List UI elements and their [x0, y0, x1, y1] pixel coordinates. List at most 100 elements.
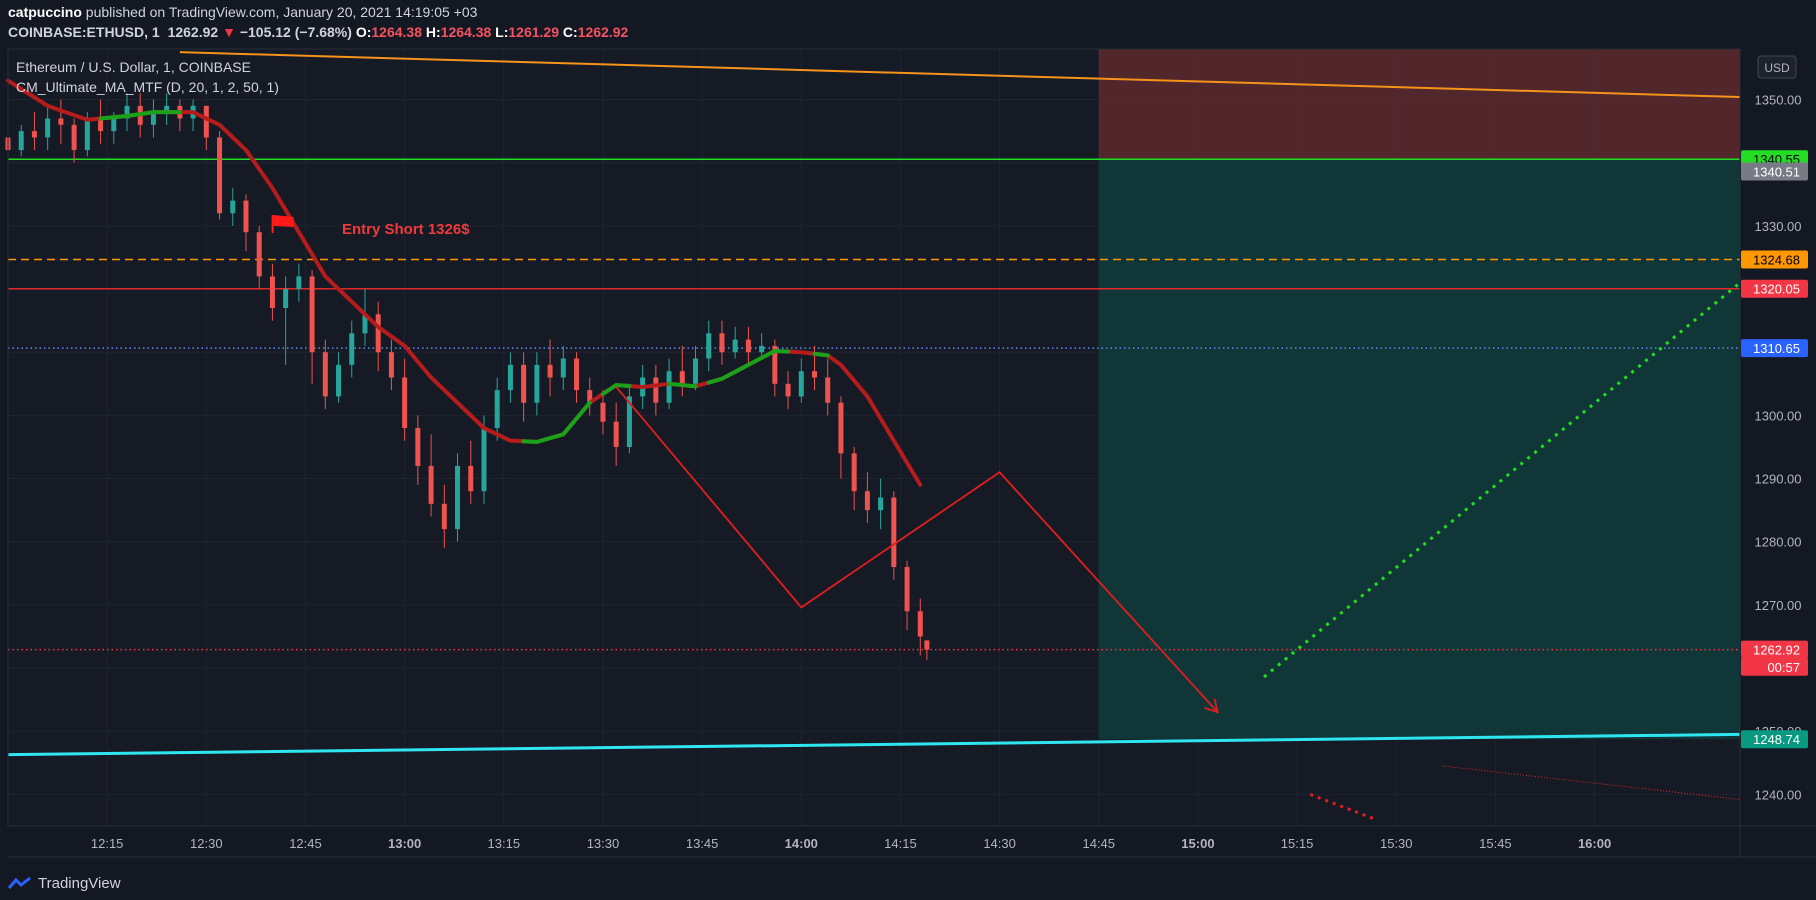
candle-body	[798, 371, 804, 397]
candle-body	[732, 339, 738, 353]
candle-body	[547, 364, 553, 378]
candle-body	[653, 377, 659, 403]
footer-branding[interactable]: TradingView	[8, 875, 121, 892]
position-zones	[1098, 49, 1740, 740]
x-tick-label: 12:15	[91, 836, 124, 851]
candle-body	[58, 118, 64, 125]
candle-body	[825, 377, 831, 403]
x-tick-label: 15:45	[1479, 836, 1512, 851]
price-badge-label: 1320.05	[1753, 282, 1800, 297]
candle-body	[31, 131, 37, 138]
candle-body	[269, 276, 275, 308]
candle-body	[309, 276, 315, 353]
target-zone	[1098, 159, 1740, 740]
x-tick-label: 15:00	[1181, 836, 1214, 851]
candle-body	[71, 124, 77, 151]
candle-body	[745, 339, 751, 353]
y-tick-label: 1240.00	[1755, 787, 1802, 802]
candle-body	[455, 465, 461, 530]
y-tick-label: 1330.00	[1755, 219, 1802, 234]
candle-body	[468, 465, 474, 492]
price-scale[interactable]: 1240.001250.001260.001270.001280.001290.…	[1755, 93, 1802, 803]
candle-body	[203, 105, 209, 138]
candle-body	[84, 118, 90, 151]
candle-body	[375, 314, 381, 353]
x-tick-label: 12:45	[289, 836, 322, 851]
x-tick-label: 15:30	[1380, 836, 1413, 851]
candle-body	[679, 371, 685, 384]
x-tick-label: 14:30	[983, 836, 1016, 851]
candle-body	[891, 497, 897, 567]
price-badge-label: 1248.74	[1753, 732, 1800, 747]
y-tick-label: 1270.00	[1755, 598, 1802, 613]
candle-body	[851, 453, 857, 492]
ma-rising-segment	[667, 381, 698, 389]
price-badge-label: 1310.65	[1753, 341, 1800, 356]
currency-label: USD	[1764, 61, 1790, 75]
currency-button[interactable]: USD	[1757, 55, 1797, 79]
indicator-legend[interactable]: CM_Ultimate_MA_MTF (D, 20, 1, 2, 50, 1)	[16, 79, 279, 95]
footer-brand: TradingView	[38, 875, 121, 892]
x-tick-label: 14:15	[884, 836, 917, 851]
x-tick-label: 13:15	[488, 836, 521, 851]
flag-body	[273, 215, 294, 228]
candle-body	[719, 333, 725, 353]
y-tick-label: 1280.00	[1755, 535, 1802, 550]
candle-body	[415, 428, 421, 466]
candle-body	[613, 421, 619, 447]
y-tick-label: 1290.00	[1755, 472, 1802, 487]
candle-body	[917, 611, 923, 637]
candle-body	[878, 497, 884, 511]
candle-body	[521, 364, 527, 403]
candle-body	[18, 131, 24, 151]
candle-body	[864, 491, 870, 511]
price-badge-label: 00:57	[1767, 660, 1800, 675]
price-chart[interactable]: Entry Short 1326$ 1240.001250.001260.001…	[0, 0, 1816, 900]
candle-body	[243, 200, 249, 233]
time-scale[interactable]: 12:15 12:30 12:45 13:00 13:15 13:30 13:45 14:00…	[91, 836, 1611, 851]
y-tick-label: 1300.00	[1755, 408, 1802, 423]
candle-body	[812, 371, 818, 378]
x-tick-label: 12:30	[190, 836, 223, 851]
candle-body	[600, 402, 606, 422]
candle-body	[838, 402, 844, 454]
candle-body	[428, 465, 434, 504]
candle-body	[904, 567, 910, 612]
candle-body	[706, 333, 712, 359]
x-tick-label: 15:15	[1281, 836, 1314, 851]
candle-body	[785, 383, 791, 397]
candle-body	[481, 428, 487, 492]
candle-body	[574, 358, 580, 391]
series-legend-title[interactable]: Ethereum / U.S. Dollar, 1, COINBASE	[16, 59, 251, 75]
candle-body	[256, 232, 262, 277]
candle-body	[283, 289, 289, 308]
candle-body	[349, 333, 355, 365]
x-tick-label: 14:00	[785, 836, 818, 851]
x-tick-label: 13:30	[587, 836, 620, 851]
candle-body	[759, 345, 765, 353]
tradingview-logo-icon	[8, 876, 31, 889]
x-tick-label: 13:45	[686, 836, 719, 851]
candle-body	[924, 640, 930, 650]
candle-body	[507, 364, 513, 391]
candle-body	[441, 503, 447, 530]
candle-body	[388, 352, 394, 378]
x-tick-label: 14:45	[1082, 836, 1115, 851]
candle-body	[111, 118, 117, 132]
candle-body	[534, 364, 540, 403]
candle-body	[336, 364, 342, 397]
candle-body	[217, 137, 223, 214]
candle-body	[322, 352, 328, 397]
candle-body	[494, 390, 500, 429]
stop-loss-zone	[1098, 49, 1740, 160]
price-badge-label: 1324.68	[1753, 252, 1800, 267]
entry-annotation: Entry Short 1326$	[342, 221, 470, 238]
x-tick-label: 16:00	[1578, 836, 1611, 851]
candle-body	[296, 276, 302, 290]
candle-body	[666, 371, 672, 403]
candle-body	[693, 358, 699, 384]
x-tick-label: 13:00	[388, 836, 421, 851]
price-badge-label: 1262.92	[1753, 643, 1800, 658]
price-badges: 1340.551340.511324.681320.051310.651262.…	[1741, 150, 1808, 749]
candle-body	[45, 118, 51, 138]
